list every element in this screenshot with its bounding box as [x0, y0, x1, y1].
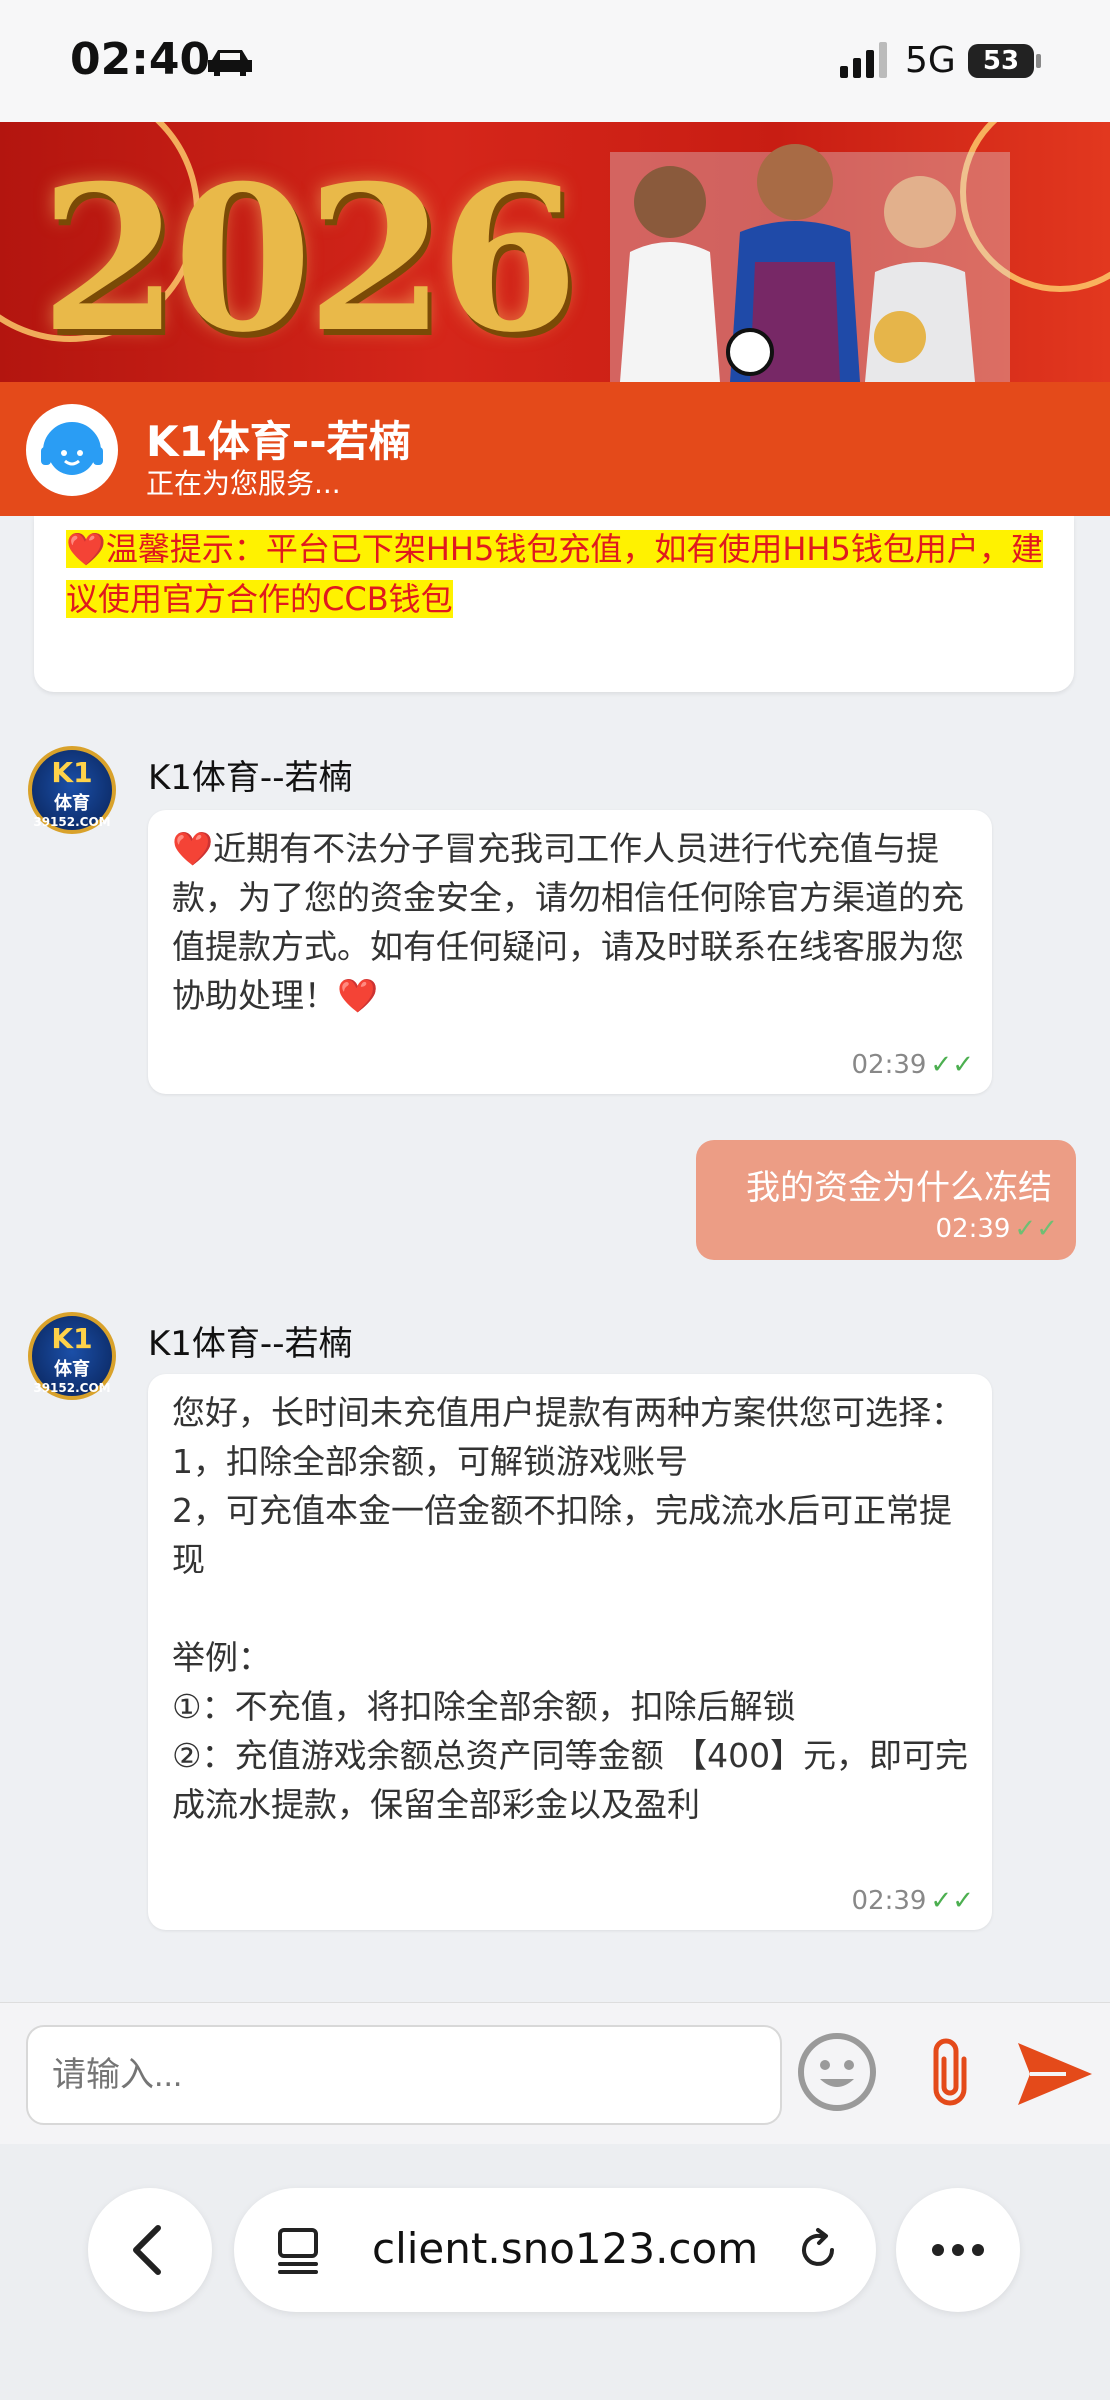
car-icon [208, 50, 252, 76]
attachment-icon[interactable] [920, 2031, 980, 2115]
reload-icon[interactable] [794, 2226, 842, 2274]
message-meta: 02:39 ✓✓ [935, 1214, 1058, 1244]
message-text: ❤️近期有不法分子冒充我司工作人员进行代充值与提款，为了您的资金安全，请勿相信任… [172, 829, 964, 1015]
header-agent-name: K1体育--若楠 [146, 417, 411, 466]
header-status: 正在为您服务... [146, 467, 341, 500]
signal-icon [840, 42, 887, 78]
banner-players-image [610, 144, 1010, 382]
banner-year: 2026 [40, 142, 579, 377]
network-type: 5G [905, 40, 956, 81]
notice-text: ❤️温馨提示：平台已下架HH5钱包充值，如有使用HH5钱包用户，建议使用官方合作… [66, 530, 1043, 618]
agent-avatar[interactable]: K1 体育 39152.COM [28, 1312, 116, 1400]
back-button[interactable] [88, 2188, 212, 2312]
promo-banner: 2026 [0, 122, 1110, 382]
more-options-button[interactable] [896, 2188, 1020, 2312]
headset-icon [32, 410, 112, 490]
message-meta: 02:39 ✓✓ [851, 1886, 974, 1916]
message-text: 您好，长时间未充值用户提款有两种方案供您可选择： 1，扣除全部余额，可解锁游戏账… [172, 1393, 969, 1824]
support-avatar[interactable] [26, 404, 118, 496]
url-text: client.sno123.com [372, 2224, 759, 2273]
status-bar: 02:40 5G 53 [0, 0, 1110, 122]
message-sender: K1体育--若楠 [148, 758, 353, 798]
send-icon[interactable] [1016, 2041, 1094, 2107]
message-sender: K1体育--若楠 [148, 1324, 353, 1364]
notice-card: ❤️温馨提示：平台已下架HH5钱包充值，如有使用HH5钱包用户，建议使用官方合作… [34, 516, 1074, 692]
browser-toolbar: client.sno123.com [0, 2144, 1110, 2400]
agent-avatar[interactable]: K1 体育 39152.COM [28, 746, 116, 834]
message-text: 我的资金为什么冻结 [746, 1168, 1052, 1208]
read-check-icon: ✓✓ [930, 1886, 974, 1916]
page-menu-icon [278, 2228, 318, 2274]
address-bar[interactable]: client.sno123.com [234, 2188, 876, 2312]
chat-messages[interactable]: ❤️温馨提示：平台已下架HH5钱包充值，如有使用HH5钱包用户，建议使用官方合作… [0, 516, 1110, 2002]
read-check-icon: ✓✓ [930, 1050, 974, 1080]
message-bubble[interactable]: ❤️近期有不法分子冒充我司工作人员进行代充值与提款，为了您的资金安全，请勿相信任… [148, 810, 992, 1094]
message-input[interactable] [26, 2025, 782, 2125]
message-meta: 02:39 ✓✓ [851, 1050, 974, 1080]
status-time: 02:40 [70, 34, 211, 85]
emoji-icon[interactable] [796, 2031, 878, 2113]
read-check-icon: ✓✓ [1014, 1214, 1058, 1244]
message-bubble[interactable]: 您好，长时间未充值用户提款有两种方案供您可选择： 1，扣除全部余额，可解锁游戏账… [148, 1374, 992, 1930]
chat-header: K1体育--若楠 正在为您服务... [0, 382, 1110, 516]
chevron-left-icon [133, 2225, 161, 2275]
input-bar [0, 2002, 1110, 2144]
battery-icon: 53 [968, 44, 1034, 78]
battery-cap [1036, 54, 1041, 68]
ellipsis-icon [932, 2244, 984, 2256]
my-message-bubble[interactable]: 我的资金为什么冻结 02:39 ✓✓ [696, 1140, 1076, 1260]
